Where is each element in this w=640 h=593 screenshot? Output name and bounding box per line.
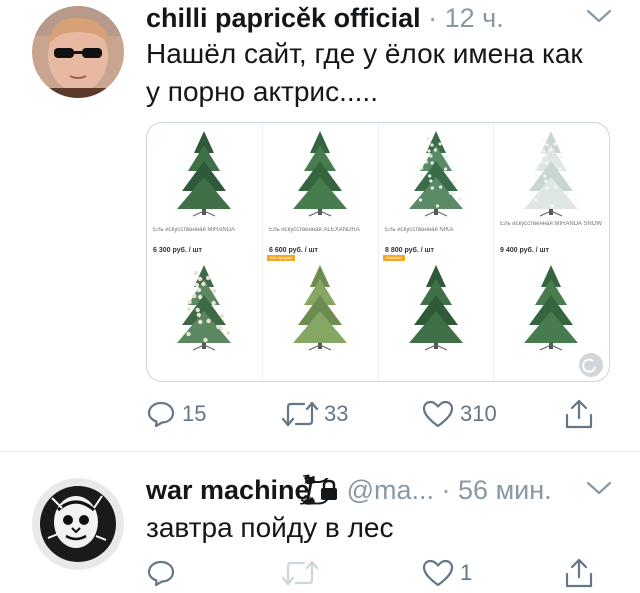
chevron-down-icon[interactable] (586, 480, 612, 496)
like-count: 310 (460, 401, 497, 426)
like-icon (422, 400, 454, 428)
tree-image (293, 131, 347, 217)
tweet-actions: 1 (146, 555, 606, 591)
product-badge: Новинка (383, 255, 405, 261)
grid-divider (378, 123, 379, 381)
reply-icon (147, 401, 175, 428)
avatar[interactable] (32, 6, 124, 98)
tweet[interactable]: chilli papricěk official · 12 ч. Нашёл с… (0, 0, 640, 451)
tweet-actions: 15 33 310 (146, 396, 606, 432)
product-grid: Ель искусственная MIRANDA 6 300 руб. / шт… (147, 123, 609, 381)
tree-image (409, 131, 463, 217)
product-card: Ель искусственная ALEXANDRA 6 600 руб. / … (263, 123, 378, 254)
product-badge: Хит продаж (267, 255, 295, 261)
timestamp[interactable]: · 12 ч. (428, 3, 504, 33)
like-button[interactable]: 1 (422, 555, 472, 591)
product-card: Ель искусственная NIKA 8 800 руб. / шт (379, 123, 494, 254)
reply-button[interactable] (146, 555, 182, 591)
retweet-count: 33 (324, 401, 349, 426)
reply-count: 15 (182, 401, 207, 426)
retweet-icon (282, 401, 318, 427)
product-card: Ель искусственная MIRANDA SNOW 9 400 руб.… (494, 123, 609, 254)
tree-image (177, 265, 231, 351)
author-name[interactable]: chilli papricěk official (146, 3, 421, 33)
chevron-down-icon[interactable] (586, 8, 612, 24)
product-name: Ель искусственная ALEXANDRA (269, 227, 360, 233)
share-icon (565, 399, 593, 429)
share-icon (565, 558, 593, 588)
like-icon (422, 559, 454, 587)
tree-image (409, 265, 463, 351)
share-button[interactable] (564, 396, 594, 432)
retweet-button (282, 555, 318, 591)
product-name: Ель искусственная NIKA (385, 227, 454, 233)
product-card: Хит продаж (263, 253, 378, 381)
retweet-icon (282, 560, 318, 586)
like-count: 1 (460, 560, 473, 585)
tweet-header: chilli papricěk official · 12 ч. (146, 3, 504, 33)
reply-icon (147, 560, 175, 587)
product-name: Ель искусственная MIRANDA (153, 227, 236, 233)
tweet-header: war machinȩ̸̡̨̗̮̞̻̙͕̯̥̙̦̖̪͈̎͗̉̾̈́̆͌͌͘̚͜͝… (146, 475, 552, 505)
media-attachment[interactable]: Ель искусственная MIRANDA 6 300 руб. / шт… (146, 122, 610, 382)
grid-divider (262, 123, 263, 381)
lock-icon (321, 479, 338, 500)
tree-image (177, 131, 231, 217)
tree-image (524, 131, 578, 217)
tree-image (293, 265, 347, 351)
product-name: Ель искусственная MIRANDA SNOW (500, 221, 603, 227)
avatar[interactable] (32, 478, 124, 570)
scroll-button[interactable] (579, 353, 603, 377)
timestamp[interactable]: · 56 мин. (442, 475, 552, 505)
reply-button[interactable]: 15 (146, 396, 206, 432)
product-card: Ель искусственная MIRANDA 6 300 руб. / шт (147, 123, 262, 254)
share-button[interactable] (564, 555, 594, 591)
grid-divider (493, 123, 494, 381)
tweet[interactable]: war machinȩ̸̡̨̗̮̞̻̙͕̯̥̙̦̖̪͈̎͗̉̾̈́̆͌͌͘̚͜͝… (0, 452, 640, 593)
retweet-button[interactable]: 33 (282, 396, 348, 432)
like-button[interactable]: 310 (422, 396, 497, 432)
product-card: Новинка (379, 253, 494, 381)
tree-image (524, 265, 578, 351)
tweet-text: завтра пойду в лес (146, 512, 394, 543)
tweet-text: Нашёл сайт, где у ёлок имена как у порно… (146, 38, 583, 107)
author-name[interactable]: war machinȩ̸̡̨̗̮̞̻̙͕̯̥̙̦̖̪͈̎͗̉̾̈́̆͌͌͘̚͜͝… (146, 475, 310, 505)
user-handle[interactable]: @ma... (347, 475, 434, 505)
product-card (147, 253, 262, 381)
